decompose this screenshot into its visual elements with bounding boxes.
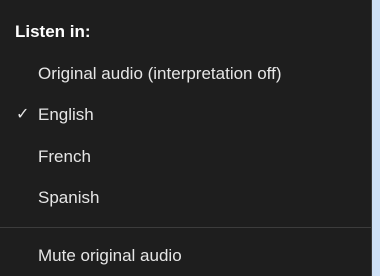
menu-item-spanish[interactable]: Spanish xyxy=(0,178,371,218)
menu-item-label: Mute original audio xyxy=(38,246,182,265)
menu-item-french[interactable]: French xyxy=(0,137,371,177)
menu-header: Listen in: xyxy=(15,22,91,41)
menu-item-label: Spanish xyxy=(38,188,100,207)
menu-item-label: French xyxy=(38,147,91,166)
menu-item-label: Original audio (interpretation off) xyxy=(38,64,282,83)
menu-item-original-audio[interactable]: Original audio (interpretation off) xyxy=(0,54,371,94)
menu-item-label: English xyxy=(38,105,94,124)
listen-in-menu: Listen in: Original audio (interpretatio… xyxy=(0,0,372,276)
checkmark-icon: ✓ xyxy=(16,106,30,123)
menu-item-mute-original-audio[interactable]: Mute original audio xyxy=(0,236,371,276)
menu-divider xyxy=(0,227,371,228)
menu-item-english[interactable]: ✓ English xyxy=(0,95,371,135)
